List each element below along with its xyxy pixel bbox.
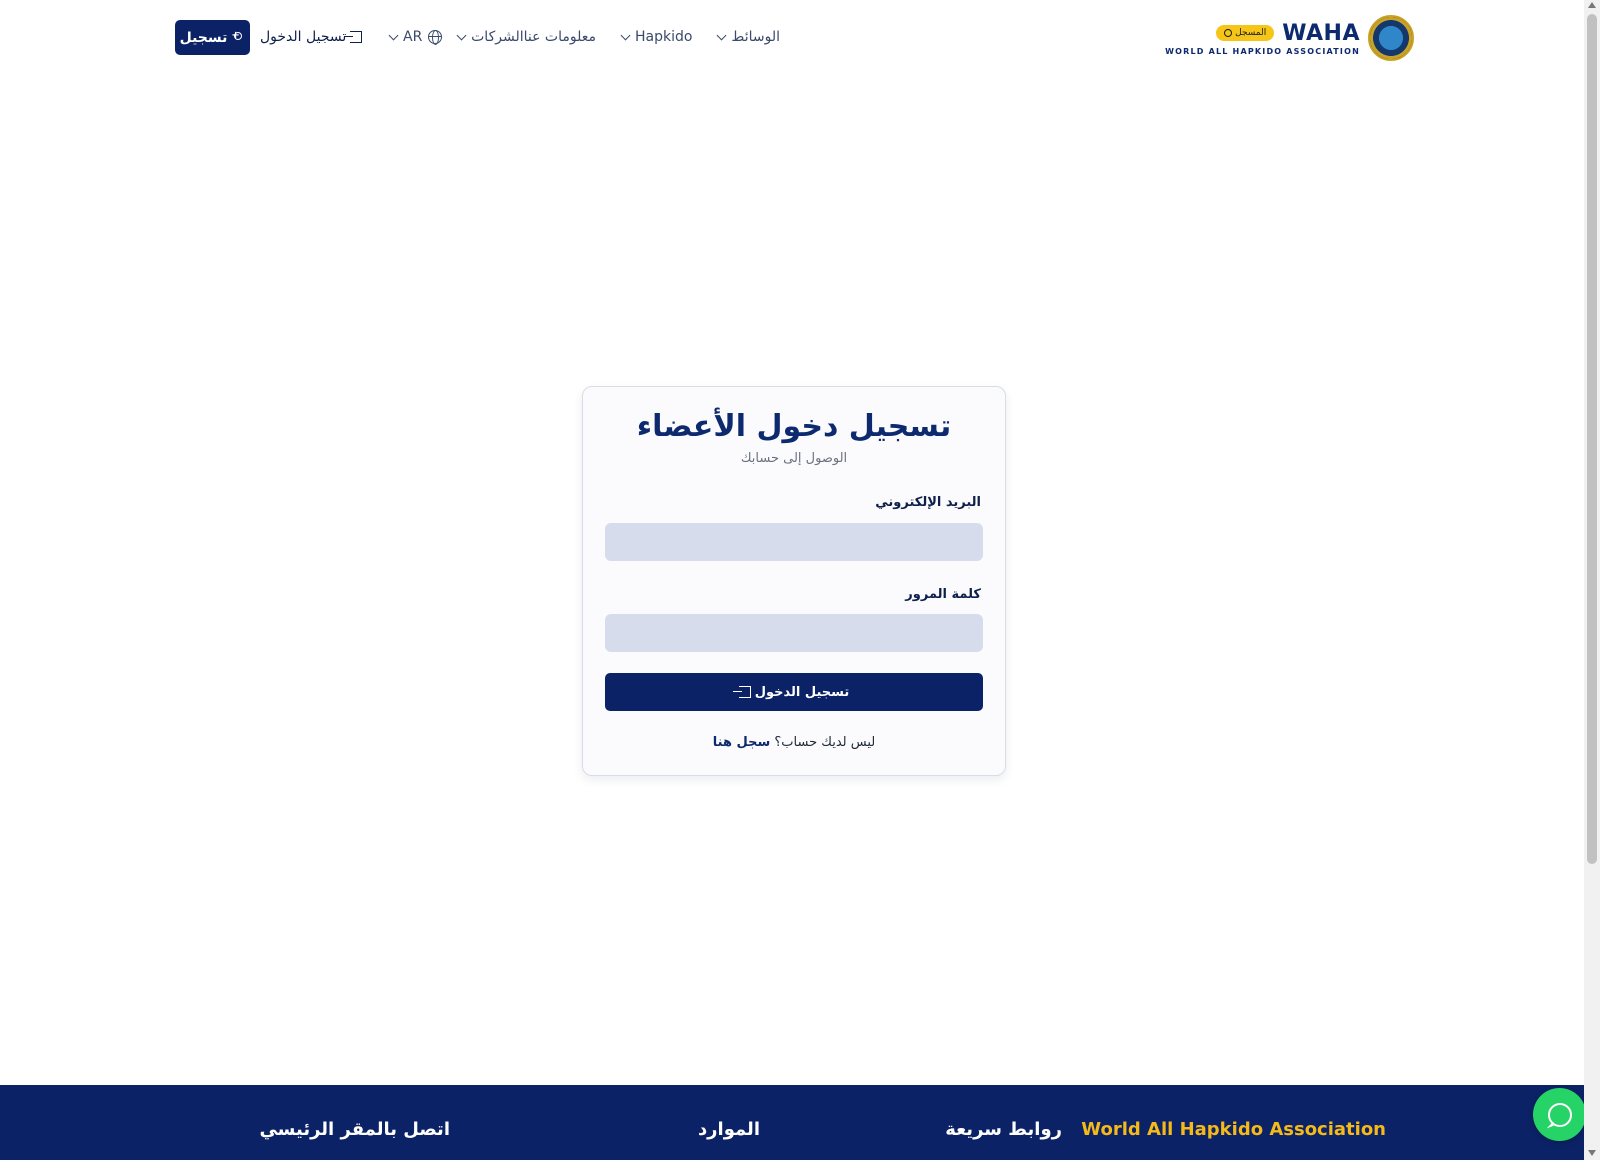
nav-item-media[interactable]: الوسائط (716, 24, 780, 50)
whatsapp-button[interactable] (1533, 1088, 1586, 1141)
scroll-thumb[interactable] (1587, 14, 1597, 864)
site-header: المسجل WAHA WORLD ALL HAPKIDO ASSOCIATIO… (0, 0, 1584, 76)
register-prompt-text: ليس لديك حساب؟ (774, 735, 876, 750)
register-link[interactable]: سجل هنا (713, 735, 770, 750)
login-submit-button[interactable]: تسجيل الدخول (605, 673, 983, 711)
seal-icon (1368, 15, 1414, 61)
register-label: تسجيل (179, 29, 228, 46)
login-title: تسجيل دخول الأعضاء (636, 409, 952, 444)
nav-hapkido-label: Hapkido (634, 29, 693, 45)
page-scrollbar[interactable] (1584, 0, 1600, 1160)
footer-resources-heading: الموارد (697, 1119, 760, 1140)
badge-label: المسجل (1235, 28, 1267, 38)
register-prompt: ليس لديك حساب؟ سجل هنا (583, 735, 1005, 750)
nav-item-hapkido[interactable]: Hapkido (620, 24, 693, 50)
header-login-label: تسجيل الدخول (260, 29, 347, 45)
main-nav: معلومات عنا الشركات Hapkido الوسائط (456, 24, 780, 50)
nav-media-label: الوسائط (731, 29, 780, 45)
login-submit-label: تسجيل الدخول (754, 684, 850, 700)
chevron-down-icon (388, 30, 399, 40)
scroll-up-icon[interactable] (1588, 2, 1596, 8)
chevron-down-icon (620, 30, 631, 40)
chevron-down-icon (716, 30, 727, 40)
nav-about-label: معلومات عنا (523, 29, 596, 45)
register-button[interactable]: تسجيل (175, 20, 250, 55)
user-plus-icon (231, 30, 245, 44)
whatsapp-icon (1547, 1102, 1572, 1127)
site-logo[interactable]: المسجل WAHA WORLD ALL HAPKIDO ASSOCIATIO… (1165, 14, 1414, 62)
registered-badge: المسجل (1216, 25, 1275, 41)
email-label: البريد الإلكتروني (875, 495, 981, 510)
site-footer: World All Hapkido Association روابط سريع… (0, 1085, 1584, 1160)
language-selector[interactable]: AR (388, 24, 443, 50)
logo-subtitle: WORLD ALL HAPKIDO ASSOCIATION (1165, 46, 1360, 56)
badge-icon (1224, 29, 1233, 37)
email-field[interactable] (605, 523, 983, 561)
header-login-link[interactable]: تسجيل الدخول (260, 24, 363, 50)
nav-companies-label: الشركات (471, 29, 524, 45)
password-field[interactable] (605, 614, 983, 652)
globe-icon (428, 30, 443, 45)
chevron-down-icon (456, 30, 467, 40)
password-label: كلمة المرور (905, 587, 981, 602)
footer-contact-heading: اتصل بالمقر الرئيسي (259, 1119, 450, 1140)
logo-text: المسجل WAHA WORLD ALL HAPKIDO ASSOCIATIO… (1165, 21, 1360, 56)
language-label: AR (403, 29, 423, 45)
sign-in-icon (732, 686, 751, 698)
nav-item-about[interactable]: معلومات عنا الشركات (456, 24, 596, 50)
logo-wordmark: WAHA (1282, 20, 1360, 46)
scroll-down-icon[interactable] (1588, 1150, 1596, 1156)
footer-quick-links-heading: روابط سريعة (945, 1119, 1062, 1140)
login-subtitle: الوصول إلى حسابك (740, 451, 848, 466)
footer-brand: World All Hapkido Association (1081, 1119, 1386, 1140)
sign-in-icon (344, 31, 363, 43)
login-card: تسجيل دخول الأعضاء الوصول إلى حسابك البر… (582, 386, 1006, 776)
